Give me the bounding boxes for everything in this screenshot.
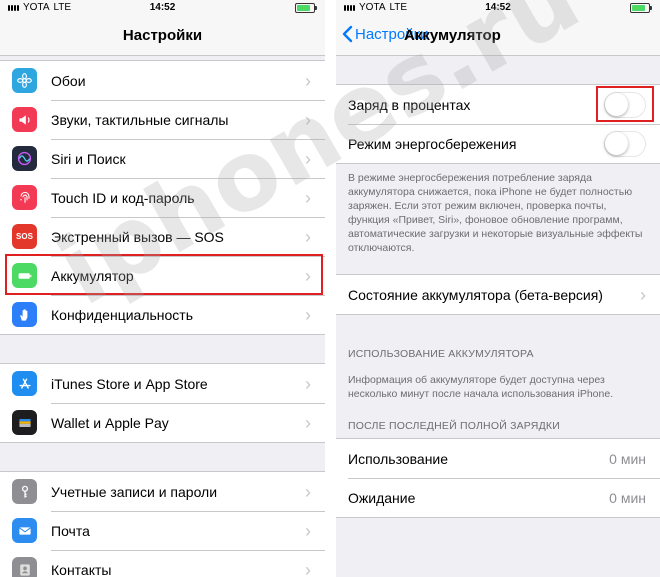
settings-item-battery[interactable]: Аккумулятор › — [0, 256, 325, 295]
battery-percentage-label: Заряд в процентах — [348, 96, 471, 113]
contacts-icon — [12, 557, 37, 577]
wallpaper-icon — [12, 68, 37, 93]
settings-group-2: iTunes Store и App Store › Wallet и Appl… — [0, 363, 325, 443]
low-power-mode-toggle[interactable] — [604, 130, 646, 157]
mail-icon — [12, 518, 37, 543]
chevron-right-icon: › — [305, 70, 311, 91]
settings-item-label: iTunes Store и App Store — [51, 375, 208, 392]
battery-health-group: Состояние аккумулятора (бета-версия) › — [336, 274, 660, 315]
settings-item-label: Обои — [51, 72, 86, 89]
key-icon — [12, 479, 37, 504]
battery-health-label: Состояние аккумулятора (бета-версия) — [348, 286, 603, 303]
page-title: Аккумулятор — [404, 27, 501, 44]
chevron-left-icon — [342, 25, 353, 43]
battery-health-row[interactable]: Состояние аккумулятора (бета-версия) › — [336, 275, 660, 314]
usage-row: Использование 0 мин — [336, 439, 660, 478]
settings-item-mail[interactable]: Почта › — [0, 511, 325, 550]
settings-item-label: Siri и Поиск — [51, 150, 126, 167]
battery-status-icon — [630, 3, 652, 13]
navigation-bar: Настройки Аккумулятор — [336, 16, 660, 56]
chevron-right-icon: › — [305, 559, 311, 577]
battery-percentage-toggle[interactable] — [604, 91, 646, 118]
usage-label: Использование — [348, 450, 449, 467]
chevron-right-icon: › — [305, 481, 311, 502]
clock: 14:52 — [485, 2, 511, 13]
chevron-right-icon: › — [305, 412, 311, 433]
since-charge-section-header: ПОСЛЕ ПОСЛЕДНЕЙ ПОЛНОЙ ЗАРЯДКИ — [348, 420, 560, 432]
settings-item-label: Аккумулятор — [51, 267, 134, 284]
low-power-mode-note: В режиме энергосбережения потребление за… — [348, 172, 643, 254]
settings-item-label: Контакты — [51, 561, 112, 577]
chevron-right-icon: › — [305, 148, 311, 169]
settings-item-siri[interactable]: Siri и Поиск › — [0, 139, 325, 178]
settings-item-label: Конфиденциальность — [51, 306, 194, 323]
battery-status-icon — [295, 3, 317, 13]
sounds-icon — [12, 107, 37, 132]
sos-icon: SOS — [12, 224, 37, 249]
status-bar: YOTA LTE 14:52 — [336, 0, 660, 16]
settings-item-sos[interactable]: SOS Экстренный вызов — SOS › — [0, 217, 325, 256]
settings-item-label: Учетные записи и пароли — [51, 483, 218, 500]
usage-note: Информация об аккумуляторе будет доступн… — [348, 374, 614, 400]
since-charge-group: Использование 0 мин Ожидание 0 мин — [336, 438, 660, 518]
settings-item-label: Touch ID и код-пароль — [51, 189, 195, 206]
standby-row: Ожидание 0 мин — [336, 478, 660, 517]
chevron-right-icon: › — [640, 284, 646, 305]
chevron-right-icon: › — [305, 109, 311, 130]
chevron-right-icon: › — [305, 226, 311, 247]
settings-screen: YOTA LTE 14:52 Настройки Обои › Звуки, т… — [0, 0, 325, 577]
settings-item-wallpaper[interactable]: Обои › — [0, 61, 325, 100]
settings-item-accounts[interactable]: Учетные записи и пароли › — [0, 472, 325, 511]
app-store-icon — [12, 371, 37, 396]
settings-item-privacy[interactable]: Конфиденциальность › — [0, 295, 325, 334]
settings-item-label: Звуки, тактильные сигналы — [51, 111, 229, 128]
page-title: Настройки — [122, 27, 203, 44]
siri-icon — [12, 146, 37, 171]
settings-group-1: Обои › Звуки, тактильные сигналы › Siri … — [0, 60, 325, 335]
chevron-right-icon: › — [305, 304, 311, 325]
settings-item-label: Wallet и Apple Pay — [51, 414, 169, 431]
usage-section-header: ИСПОЛЬЗОВАНИЕ АККУМУЛЯТОРА — [348, 348, 534, 360]
settings-item-label: Почта — [51, 522, 90, 539]
standby-value: 0 мин — [609, 489, 646, 506]
settings-item-contacts[interactable]: Контакты › — [0, 550, 325, 577]
fingerprint-icon — [12, 185, 37, 210]
settings-item-label: Экстренный вызов — SOS — [51, 228, 224, 245]
status-bar: YOTA LTE 14:52 — [0, 0, 325, 16]
navigation-bar: Настройки — [0, 16, 325, 56]
chevron-right-icon: › — [305, 373, 311, 394]
battery-icon — [12, 263, 37, 288]
wallet-icon — [12, 410, 37, 435]
standby-label: Ожидание — [348, 489, 416, 506]
battery-toggles-group: Заряд в процентах Режим энергосбережения — [336, 84, 660, 164]
clock: 14:52 — [149, 2, 176, 13]
settings-item-app-store[interactable]: iTunes Store и App Store › — [0, 364, 325, 403]
battery-percentage-row: Заряд в процентах — [336, 85, 660, 124]
chevron-right-icon: › — [305, 520, 311, 541]
low-power-mode-label: Режим энергосбережения — [348, 135, 517, 152]
battery-settings-screen: YOTA LTE 14:52 Настройки Аккумулятор Зар… — [336, 0, 660, 577]
chevron-right-icon: › — [305, 265, 311, 286]
settings-item-wallet[interactable]: Wallet и Apple Pay › — [0, 403, 325, 442]
chevron-right-icon: › — [305, 187, 311, 208]
usage-value: 0 мин — [609, 450, 646, 467]
settings-item-sounds[interactable]: Звуки, тактильные сигналы › — [0, 100, 325, 139]
low-power-mode-row: Режим энергосбережения — [336, 124, 660, 163]
settings-item-touch-id[interactable]: Touch ID и код-пароль › — [0, 178, 325, 217]
settings-group-3: Учетные записи и пароли › Почта › Контак… — [0, 471, 325, 577]
privacy-hand-icon — [12, 302, 37, 327]
